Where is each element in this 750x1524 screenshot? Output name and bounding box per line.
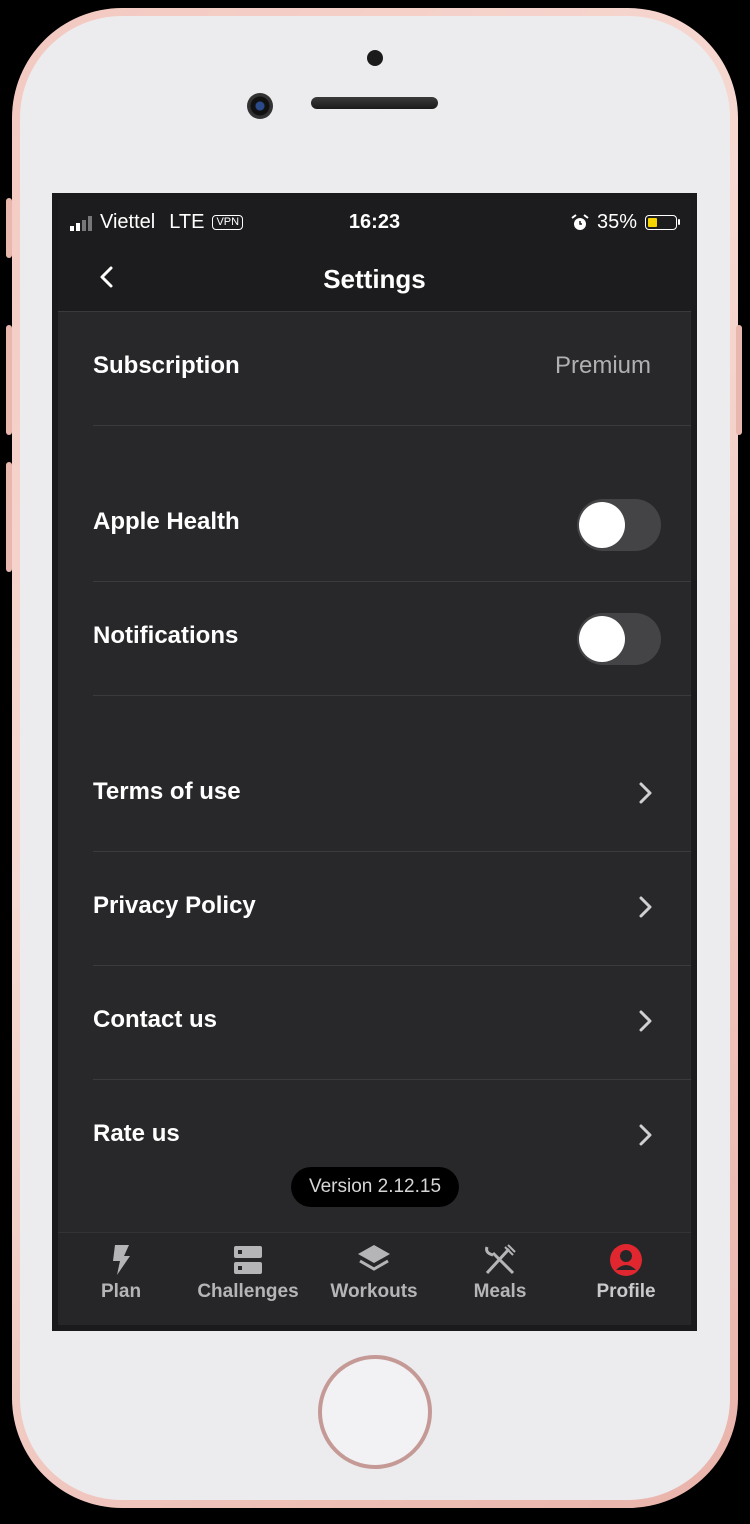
chevron-right-icon	[639, 896, 652, 918]
contact-label: Contact us	[93, 1006, 218, 1033]
page-title: Settings	[323, 264, 426, 294]
notifications-row: Notifications	[93, 582, 691, 696]
tab-bar: Plan Challenges Workouts Meals Profile	[58, 1232, 691, 1325]
mute-switch	[6, 198, 12, 258]
terms-row[interactable]: Terms of use	[93, 738, 691, 852]
settings-list: Subscription Premium Apple Health Notifi…	[58, 312, 691, 1194]
battery-icon	[645, 215, 680, 230]
volume-down-button	[6, 462, 12, 572]
apple-health-label: Apple Health	[93, 508, 240, 535]
layers-icon	[358, 1245, 390, 1271]
alarm-icon	[571, 213, 589, 230]
chevron-right-icon	[639, 782, 652, 804]
server-icon	[234, 1246, 262, 1274]
home-button[interactable]	[318, 1355, 432, 1469]
nav-bar: Settings	[58, 245, 691, 312]
volume-up-button	[6, 325, 12, 435]
apple-health-row: Apple Health	[93, 468, 691, 582]
apple-health-toggle[interactable]	[577, 499, 661, 551]
toggle-knob	[579, 502, 625, 548]
subscription-label: Subscription	[93, 352, 240, 379]
tab-label: Profile	[596, 1281, 656, 1302]
status-right: 35%	[571, 211, 680, 234]
power-button	[736, 325, 742, 435]
earpiece-speaker	[311, 97, 438, 109]
tab-label: Challenges	[197, 1281, 299, 1302]
screen: Viettel LTE VPN 16:23 35% Settings Subsc…	[52, 193, 697, 1331]
utensils-icon	[485, 1244, 516, 1275]
front-camera	[247, 93, 273, 119]
tab-challenges[interactable]: Challenges	[185, 1243, 311, 1303]
battery-percent: 35%	[596, 211, 637, 233]
privacy-row[interactable]: Privacy Policy	[93, 852, 691, 966]
subscription-value: Premium	[554, 352, 651, 379]
tab-profile[interactable]: Profile	[563, 1243, 689, 1303]
tab-label: Workouts	[330, 1281, 418, 1302]
rate-label: Rate us	[93, 1120, 180, 1147]
terms-label: Terms of use	[93, 778, 241, 805]
tab-label: Plan	[100, 1281, 142, 1302]
chevron-right-icon	[639, 1010, 652, 1032]
version-badge: Version 2.12.15	[291, 1167, 459, 1207]
lightning-icon	[113, 1245, 130, 1275]
toggle-knob	[579, 616, 625, 662]
chevron-right-icon	[639, 1124, 652, 1146]
proximity-sensor	[367, 50, 383, 66]
notifications-toggle[interactable]	[577, 613, 661, 665]
tab-plan[interactable]: Plan	[58, 1243, 184, 1303]
tab-label: Meals	[473, 1281, 527, 1302]
contact-row[interactable]: Contact us	[93, 966, 691, 1080]
tab-workouts[interactable]: Workouts	[311, 1243, 437, 1303]
privacy-label: Privacy Policy	[93, 892, 256, 919]
tab-meals[interactable]: Meals	[437, 1243, 563, 1303]
user-circle-icon	[610, 1244, 642, 1276]
notifications-label: Notifications	[93, 622, 239, 649]
status-bar: Viettel LTE VPN 16:23 35%	[58, 199, 691, 245]
subscription-row[interactable]: Subscription Premium	[93, 312, 691, 426]
